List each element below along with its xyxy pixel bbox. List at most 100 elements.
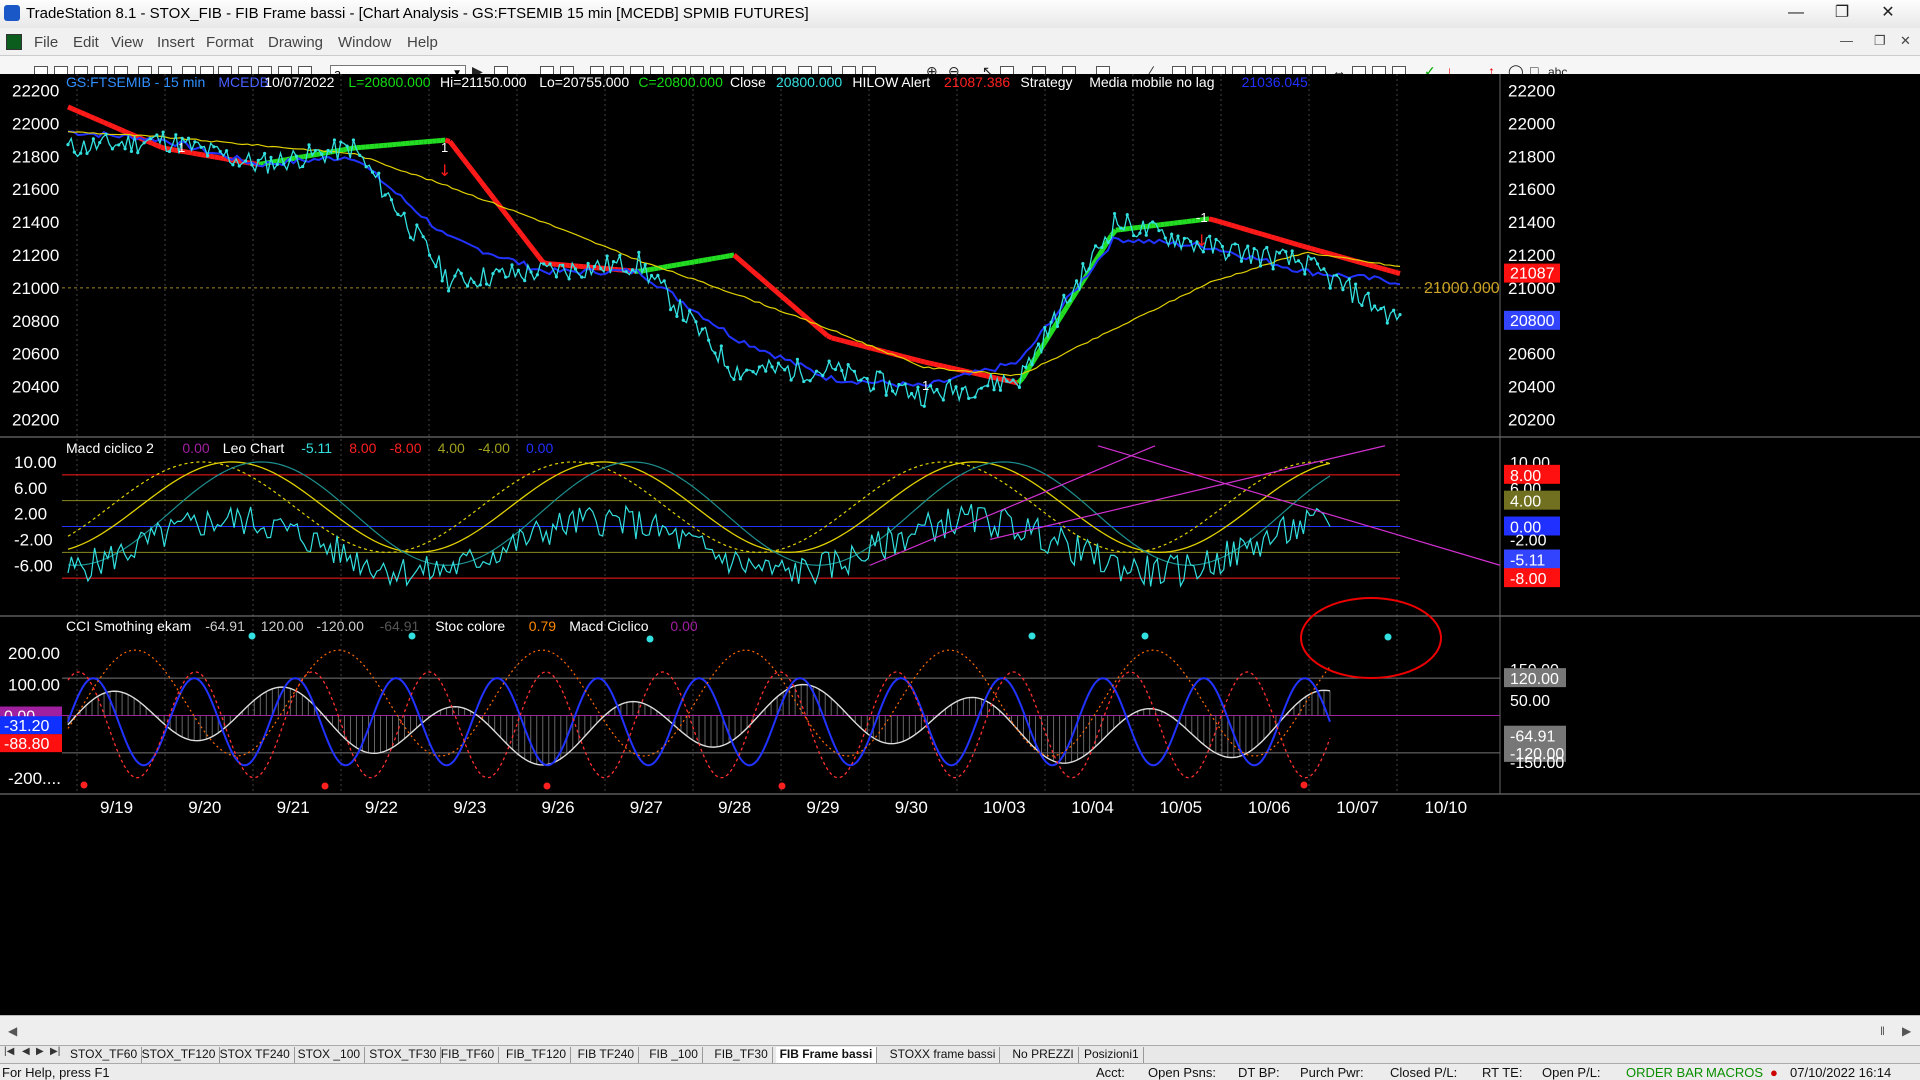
close-point (688, 309, 692, 313)
close-point (1138, 231, 1142, 235)
scroll-right-icon[interactable]: ▶ (1902, 1024, 1911, 1038)
hilow-alert-segment (848, 340, 855, 347)
close-point (1373, 304, 1377, 308)
tab-stox-tf240[interactable]: STOX TF240 (216, 1047, 295, 1063)
macros-button[interactable]: MACROS (1706, 1065, 1763, 1080)
tab-nav-prev-icon[interactable]: ◀ (22, 1046, 30, 1057)
chart-area[interactable]: 22200 22200 22000 22000 21800 21800 21600 21600… (0, 74, 1920, 999)
maximize-icon[interactable]: ❐ (1820, 2, 1864, 24)
scroll-grip-icon[interactable]: ‖ (1880, 1024, 1885, 1038)
tab-fib-tf30[interactable]: FIB_TF30 (710, 1047, 773, 1063)
hilow-alert-segment (1332, 252, 1339, 259)
tab-nav-first-icon[interactable]: |◀ (4, 1046, 14, 1057)
tab-fib-tf240[interactable]: FIB TF240 (574, 1047, 640, 1063)
tab-nav-last-icon[interactable]: ▶| (50, 1046, 60, 1057)
tab-fib-frame-bassi[interactable]: FIB Frame bassi (775, 1047, 878, 1063)
close-point (345, 144, 349, 148)
tab-stoxx-frame-bassi[interactable]: STOXX frame bassi (886, 1047, 1001, 1063)
menu-file[interactable]: File (34, 34, 58, 51)
x-tick-label: 9/27 (630, 798, 663, 817)
tab-nav-next-icon[interactable]: ▶ (36, 1046, 44, 1057)
hilow-alert-segment (1319, 248, 1326, 255)
hilow-alert-segment (487, 191, 497, 201)
tab-no-prezzi[interactable]: No PREZZI (1008, 1047, 1079, 1063)
hilow-alert-segment (483, 186, 492, 195)
order-bar-button[interactable]: ORDER BAR (1626, 1065, 1703, 1080)
cyan-signal-dot (1028, 632, 1036, 640)
mdi-minimize-icon[interactable]: — (1840, 33, 1853, 48)
menu-help[interactable]: Help (407, 34, 438, 51)
menu-format[interactable]: Format (206, 34, 254, 51)
tab-stox-tf30[interactable]: STOX_TF30 (365, 1047, 442, 1063)
hilow-alert-segment (1177, 219, 1183, 226)
menu-insert[interactable]: Insert (157, 34, 195, 51)
close-point (1398, 313, 1402, 317)
hilow-alert-segment (465, 162, 475, 172)
minimize-icon[interactable]: — (1774, 2, 1818, 24)
close-point (1036, 342, 1041, 346)
hilow-alert-segment (693, 258, 699, 265)
close-point (485, 282, 489, 286)
close-point (155, 133, 159, 137)
hilow-alert-segment (857, 342, 864, 349)
menu-window[interactable]: Window (338, 34, 391, 51)
hilow-alert-segment (1221, 220, 1228, 227)
mdi-close-icon[interactable]: ✕ (1900, 33, 1911, 49)
hilow-alert-segment (75, 108, 83, 115)
hilow-alert-segment (1124, 226, 1130, 232)
hilow-alert-segment (831, 335, 837, 342)
tab-posizioni1[interactable]: Posizioni1 (1080, 1047, 1144, 1063)
horizontal-scrollbar[interactable]: ◀ ‖ ▶ (0, 1015, 1920, 1045)
tab-fib-tf120[interactable]: FIB_TF120 (502, 1047, 572, 1063)
close-point (1182, 236, 1186, 240)
hilow-alert-segment (1208, 216, 1215, 223)
tab-fib-tf60[interactable]: FIB_TF60 (437, 1047, 500, 1063)
close-point (1284, 250, 1288, 254)
close-point (129, 149, 134, 153)
cyan-signal-dot (646, 635, 654, 643)
cci-tag: -150.00 (1510, 755, 1564, 772)
hilow-alert-segment (946, 364, 953, 371)
sell-arrow-icon: ↓ (438, 161, 451, 180)
close-point (313, 148, 317, 153)
hilow-alert-segment (955, 366, 961, 373)
tab-stox-tf120[interactable]: STOX_TF120 (138, 1047, 221, 1063)
macd-header-item: 8.00 (349, 440, 376, 456)
hilow-alert-segment (906, 355, 913, 362)
price-header-item: C=20800.000 (638, 74, 723, 90)
close-point (370, 170, 375, 174)
close-point (275, 162, 279, 167)
trade-label: 1 (178, 140, 185, 155)
menu-edit[interactable]: Edit (73, 34, 99, 51)
hilow-alert-segment (924, 359, 930, 366)
close-icon[interactable]: ✕ (1866, 2, 1910, 24)
price-header-item: 21087.386 (944, 74, 1010, 90)
hilow-alert-segment (1377, 264, 1383, 271)
menu-drawing[interactable]: Drawing (268, 34, 323, 51)
close-point (1093, 244, 1098, 248)
menu-view[interactable]: View (111, 34, 143, 51)
close-point (263, 151, 267, 156)
tab-stox-100[interactable]: STOX _100 (294, 1047, 366, 1063)
hilow-alert-segment (1274, 235, 1281, 242)
close-point (1334, 273, 1339, 277)
hilow-alert-segment (191, 150, 198, 157)
close-point (1170, 232, 1174, 236)
macd-header-item: Macd ciclico 2 (66, 440, 154, 456)
hilow-alert-segment (298, 154, 304, 160)
close-point (979, 386, 983, 390)
mdi-restore-icon[interactable]: ❐ (1874, 33, 1886, 49)
close-point (1309, 257, 1313, 261)
close-point (1392, 308, 1396, 312)
tab-fib-100[interactable]: FIB _100 (645, 1047, 703, 1063)
close-point (1265, 245, 1269, 250)
close-point (960, 387, 964, 391)
price-tick-left: 20600 (12, 345, 59, 364)
tab-stox-tf60[interactable]: STOX_TF60 (66, 1047, 143, 1063)
trade-label: -1 (1196, 210, 1208, 225)
hilow-alert-segment (977, 371, 984, 378)
scroll-left-icon[interactable]: ◀ (8, 1024, 17, 1038)
close-point (516, 268, 520, 272)
close-point (903, 382, 907, 386)
close-point (117, 143, 121, 147)
